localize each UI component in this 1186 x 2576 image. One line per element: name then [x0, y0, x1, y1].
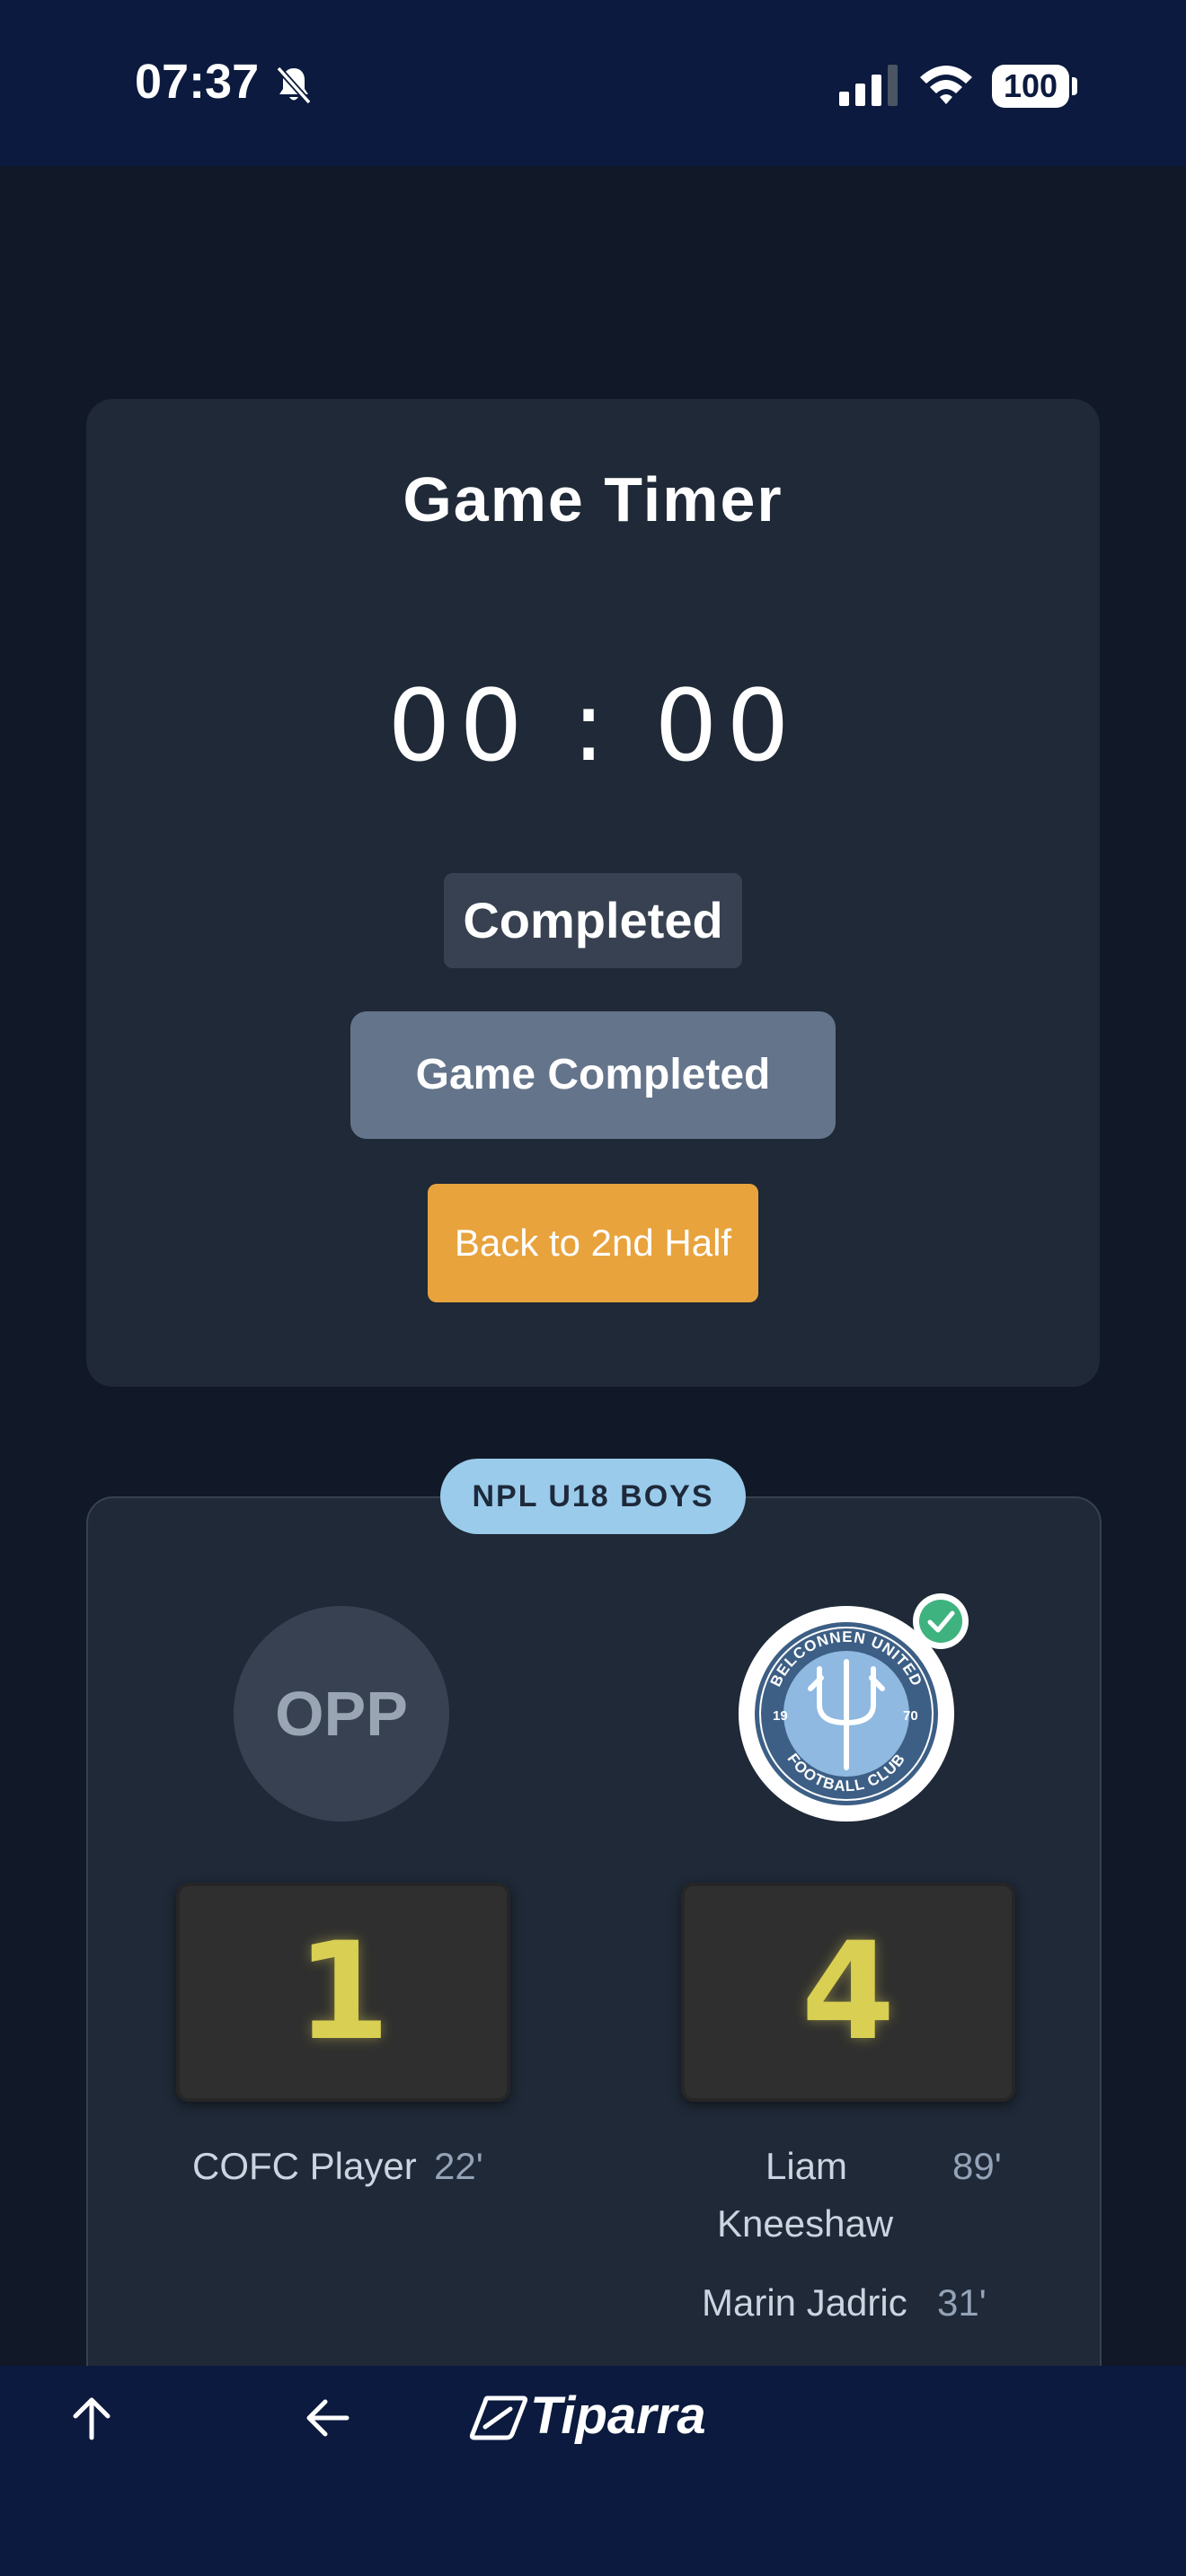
away-scorer-minute: 31' — [937, 2281, 987, 2324]
game-timer-card: Game Timer 00 : 00 Completed Game Comple… — [86, 399, 1100, 1387]
cellular-signal-icon — [839, 65, 898, 106]
logo-year-right: 70 — [903, 1708, 918, 1724]
tiparra-logo-icon[interactable] — [469, 2393, 528, 2443]
bell-muted-icon — [276, 66, 312, 105]
away-score: 4 — [681, 1883, 1015, 2102]
timer-title: Game Timer — [403, 464, 783, 534]
wifi-icon — [920, 66, 972, 104]
status-time: 07:37 — [135, 55, 260, 109]
game-completed-button[interactable]: Game Completed — [350, 1011, 836, 1139]
opponent-avatar: OPP — [234, 1606, 449, 1822]
away-scorer-minute: 89' — [952, 2145, 1002, 2187]
timer-display: 00 : 00 — [387, 668, 799, 783]
home-scorer-name: COFC Player — [192, 2145, 417, 2187]
home-score: 1 — [176, 1883, 510, 2102]
league-badge: NPL U18 BOYS — [440, 1459, 746, 1534]
back-to-2nd-half-button[interactable]: Back to 2nd Half — [428, 1184, 758, 1302]
away-scorer-name: Marin Jadric — [702, 2281, 907, 2324]
brand-name[interactable]: Tiparra — [530, 2386, 706, 2446]
battery-indicator: 100 — [992, 65, 1069, 108]
arrow-back-icon[interactable] — [302, 2393, 352, 2443]
verified-check-icon — [913, 1593, 969, 1649]
battery-tip — [1072, 77, 1077, 95]
home-scorer-minute: 22' — [434, 2145, 483, 2187]
away-scorer-name-line1: Liam — [766, 2145, 848, 2187]
game-status-badge: Completed — [444, 873, 742, 968]
away-scorer-name-line2: Kneeshaw — [717, 2202, 894, 2245]
logo-year-left: 19 — [773, 1708, 788, 1724]
arrow-up-icon[interactable] — [66, 2393, 117, 2443]
